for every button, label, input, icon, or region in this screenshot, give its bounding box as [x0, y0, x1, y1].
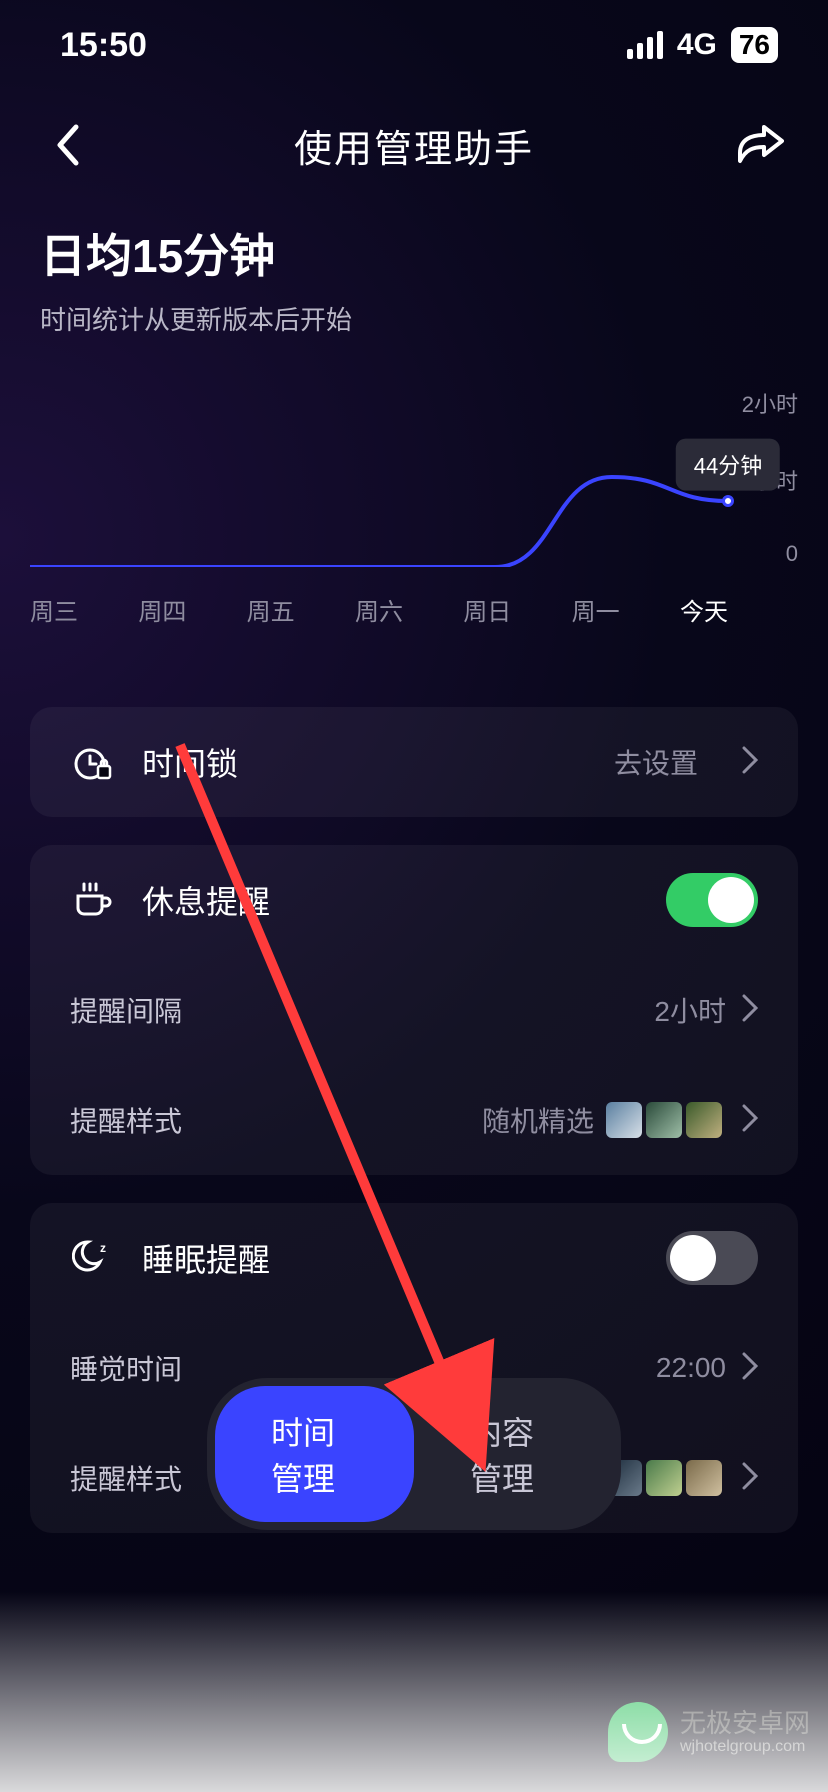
chevron-right-icon [742, 746, 758, 779]
chart-tooltip: 44分钟 [676, 439, 780, 491]
share-button[interactable] [730, 115, 790, 175]
watermark-logo-icon [608, 1702, 668, 1762]
time-lock-card[interactable]: 时间锁 去设置 [30, 707, 798, 817]
x-tick[interactable]: 周一 [572, 592, 620, 627]
chart-x-axis: 周三 周四 周五 周六 周日 周一 今天 [30, 592, 728, 627]
reminder-style-row[interactable]: 提醒样式 随机精选 [30, 1065, 798, 1175]
bottom-tab-bar: 时间管理 内容管理 [207, 1378, 621, 1530]
network-label: 4G [677, 28, 717, 62]
moon-icon: z [70, 1236, 114, 1280]
tab-time-management[interactable]: 时间管理 [215, 1386, 414, 1522]
summary-subtitle: 时间统计从更新版本后开始 [40, 300, 788, 337]
summary-title: 日均15分钟 [40, 220, 788, 286]
chart-line [30, 387, 728, 567]
x-tick[interactable]: 周三 [30, 592, 78, 627]
watermark-url: wjhotelgroup.com [680, 1738, 810, 1756]
sleep-style-thumbnails [606, 1460, 722, 1496]
chevron-right-icon [742, 1104, 758, 1137]
sleep-reminder-label: 睡眠提醒 [142, 1235, 638, 1281]
svg-text:z: z [100, 1241, 106, 1255]
reminder-style-thumbnails [606, 1102, 722, 1138]
time-lock-label: 时间锁 [142, 739, 586, 785]
reminder-style-value: 随机精选 [482, 1100, 594, 1140]
rest-reminder-label: 休息提醒 [142, 877, 638, 923]
share-icon [736, 125, 784, 165]
x-tick[interactable]: 周四 [138, 592, 186, 627]
y-tick: 0 [742, 541, 798, 567]
reminder-interval-label: 提醒间隔 [70, 990, 654, 1030]
chevron-left-icon [54, 123, 82, 167]
sleep-time-value: 22:00 [656, 1352, 726, 1384]
x-tick[interactable]: 周五 [247, 592, 295, 627]
status-right: 4G 76 [627, 27, 778, 63]
sleep-reminder-toggle[interactable] [666, 1231, 758, 1285]
reminder-interval-value: 2小时 [654, 990, 726, 1030]
y-tick: 2小时 [742, 387, 798, 419]
reminder-style-label: 提醒样式 [70, 1100, 482, 1140]
x-tick[interactable]: 今天 [680, 592, 728, 627]
watermark: 无极安卓网 wjhotelgroup.com [608, 1702, 810, 1762]
chevron-right-icon [742, 994, 758, 1027]
battery-badge: 76 [731, 27, 778, 63]
rest-reminder-toggle[interactable] [666, 873, 758, 927]
signal-icon [627, 31, 663, 59]
coffee-icon [70, 878, 114, 922]
status-time: 15:50 [60, 26, 147, 65]
status-bar: 15:50 4G 76 [0, 0, 828, 90]
tab-content-management[interactable]: 内容管理 [414, 1386, 613, 1522]
reminder-interval-row[interactable]: 提醒间隔 2小时 [30, 955, 798, 1065]
chart-plot-area: 44分钟 [30, 387, 728, 567]
nav-bar: 使用管理助手 [0, 90, 828, 200]
watermark-name: 无极安卓网 [680, 1709, 810, 1738]
timer-lock-icon [70, 740, 114, 784]
sleep-reminder-row[interactable]: z 睡眠提醒 [30, 1203, 798, 1313]
page-title: 使用管理助手 [294, 118, 534, 173]
chart-active-point [722, 495, 734, 507]
usage-summary: 日均15分钟 时间统计从更新版本后开始 [0, 200, 828, 337]
back-button[interactable] [38, 115, 98, 175]
rest-reminder-row[interactable]: 休息提醒 [30, 845, 798, 955]
x-tick[interactable]: 周日 [463, 592, 511, 627]
time-lock-action: 去设置 [614, 742, 698, 782]
chevron-right-icon [742, 1352, 758, 1385]
chevron-right-icon [742, 1462, 758, 1495]
x-tick[interactable]: 周六 [355, 592, 403, 627]
usage-chart[interactable]: 2小时 1小时 0 44分钟 周三周四周五周六周日周一今天 [30, 387, 798, 627]
rest-reminder-card: 休息提醒 提醒间隔 2小时 提醒样式 随机精选 [30, 845, 798, 1175]
watermark-text: 无极安卓网 wjhotelgroup.com [680, 1709, 810, 1755]
